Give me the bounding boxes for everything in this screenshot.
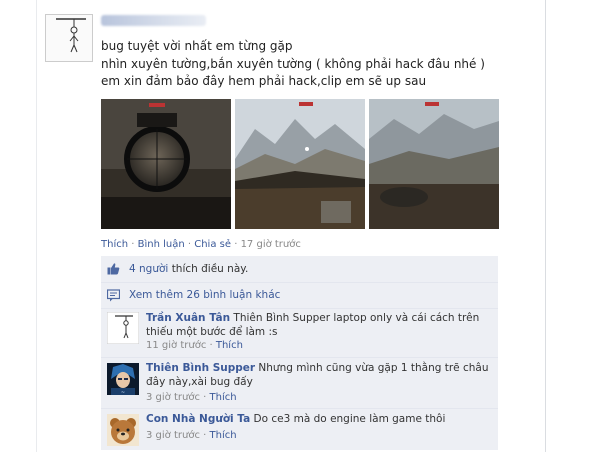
likes-suffix: thích điều này. <box>171 263 249 275</box>
comment-like-link[interactable]: Thích <box>210 430 237 441</box>
comment-item: Con Nhà Người Ta Do ce3 mà do engine làm… <box>101 409 498 450</box>
photo-thumbnail-scope[interactable] <box>101 99 231 229</box>
comment-timestamp[interactable]: 3 giờ trước <box>146 392 200 403</box>
post-text-line-3: em xin đảm bảo đây hem phải hack,clip em… <box>101 74 427 88</box>
comment-link[interactable]: Bình luận <box>138 239 185 250</box>
comment-bubble-icon <box>107 289 120 302</box>
anime-character-avatar-icon: ~ <box>107 363 139 396</box>
author-name-redacted[interactable] <box>101 15 206 26</box>
post-text-line-2: nhìn xuyên tường,bắn xuyên tường ( không… <box>101 57 485 71</box>
feedback-box: 4 người thích điều này. Xem thêm 26 bình… <box>101 256 498 450</box>
comment-item: ~ Thiên Bình Supper Nhưng mình cũng vừa … <box>101 358 498 409</box>
share-link[interactable]: Chia sẻ <box>194 239 231 250</box>
comment-item: Trần Xuân Tân Thiên Bình Supper laptop o… <box>101 309 498 358</box>
hangman-icon <box>56 18 86 53</box>
likes-summary: 4 người thích điều này. <box>101 256 498 283</box>
comment-text: Do ce3 mà do engine làm game thôi <box>253 413 446 425</box>
post-timestamp[interactable]: 17 giờ trước <box>241 239 301 250</box>
commenter-name[interactable]: Thiên Bình Supper <box>146 362 255 374</box>
photo-thumbnail-valley[interactable] <box>369 99 499 229</box>
view-more-comments-link[interactable]: Xem thêm 26 bình luận khác <box>129 289 280 301</box>
post-text-line-1: bug tuyệt vời nhất em từng gặp <box>101 39 293 53</box>
view-more-comments-row[interactable]: Xem thêm 26 bình luận khác <box>101 283 498 309</box>
divider-left <box>36 0 37 452</box>
feed-story: bug tuyệt vời nhất em từng gặp nhìn xuyê… <box>0 0 600 452</box>
commenter-avatar[interactable]: ~ <box>107 363 139 396</box>
photo-thumbnail-mountains[interactable] <box>235 99 365 229</box>
author-avatar[interactable] <box>45 14 93 62</box>
comment-timestamp[interactable]: 11 giờ trước <box>146 340 206 351</box>
comment-like-link[interactable]: Thích <box>210 392 237 403</box>
thumbs-up-icon <box>107 263 120 275</box>
bear-avatar-icon <box>107 414 139 446</box>
commenter-name[interactable]: Trần Xuân Tân <box>146 312 230 324</box>
like-link[interactable]: Thích <box>101 239 128 250</box>
commenter-avatar[interactable] <box>106 311 140 345</box>
comment-timestamp[interactable]: 3 giờ trước <box>146 430 200 441</box>
svg-text:~: ~ <box>121 390 125 395</box>
commenter-avatar[interactable] <box>107 414 139 446</box>
likers-link[interactable]: 4 người <box>129 263 168 275</box>
hangman-icon <box>106 311 140 345</box>
commenter-name[interactable]: Con Nhà Người Ta <box>146 413 250 425</box>
post-actions: Thích · Bình luận · Chia sẻ · 17 giờ trư… <box>101 239 301 250</box>
comment-like-link[interactable]: Thích <box>216 340 243 351</box>
divider-right <box>545 0 546 452</box>
